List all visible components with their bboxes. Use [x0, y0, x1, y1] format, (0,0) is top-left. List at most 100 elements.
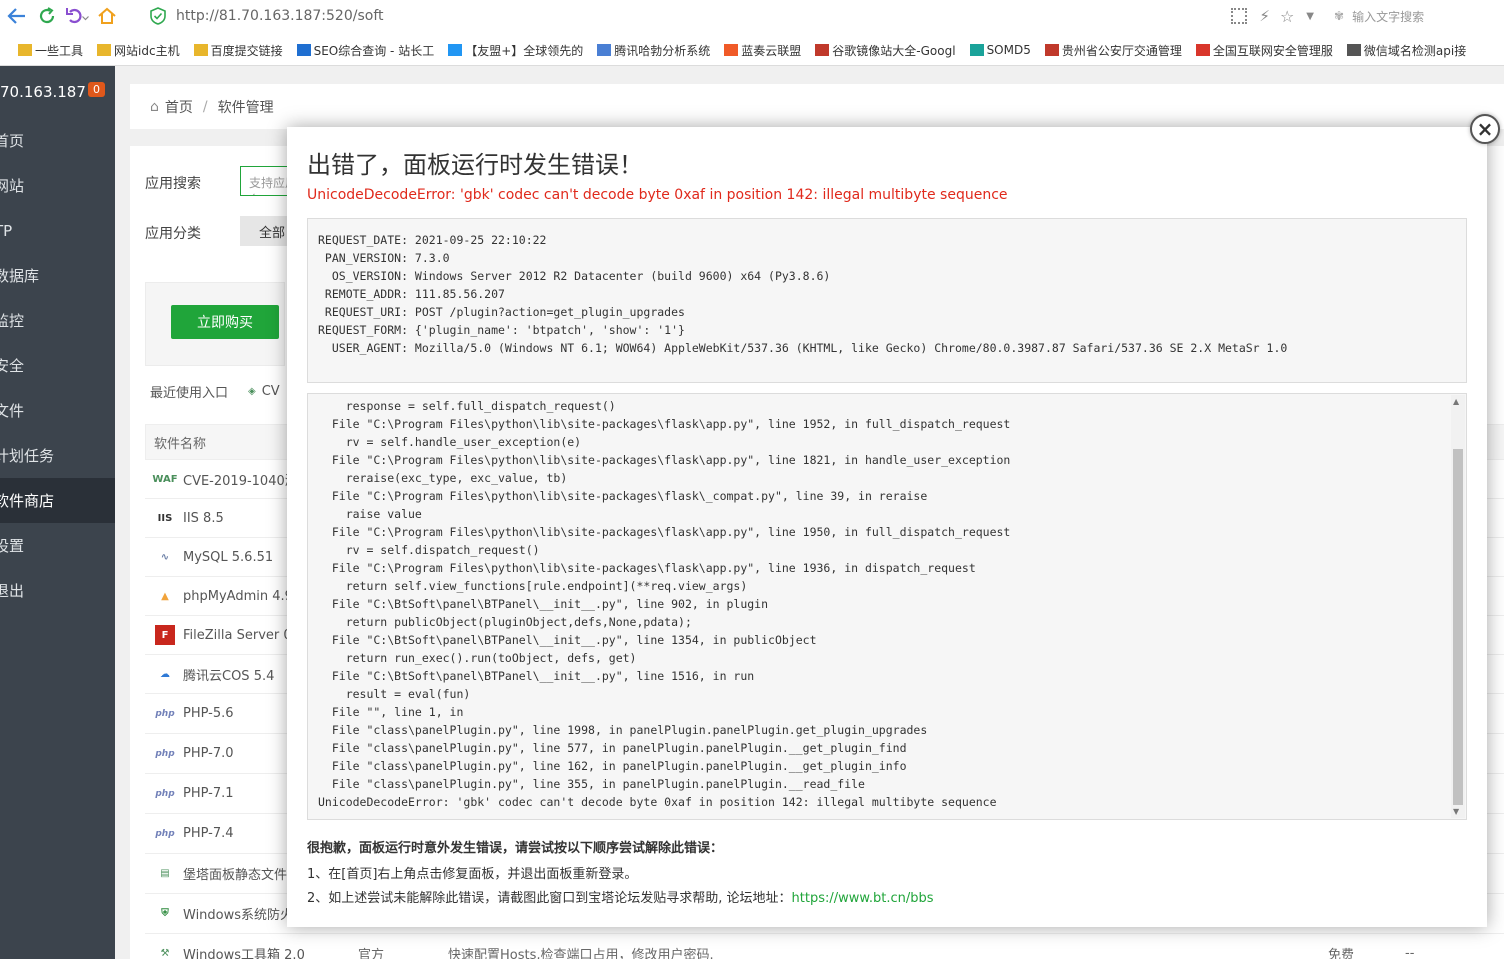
site-favicon-icon [1346, 44, 1361, 56]
bookmark-item[interactable]: 百度提交链接 [193, 42, 283, 59]
scroll-down-arrow-icon[interactable]: ▼ [1453, 807, 1459, 816]
sidebar-item-software-store[interactable]: 软件商店 [0, 478, 115, 523]
bookmark-label: SEO综合查询 - 站长工 [313, 43, 435, 58]
sidebar-item-settings[interactable]: 设置 [0, 523, 115, 568]
undo-icon[interactable] [64, 3, 90, 29]
traceback-line: return publicObject(pluginObject,defs,No… [318, 615, 692, 629]
software-name: PHP-5.6 [183, 706, 234, 721]
software-name: 腾讯云COS 5.4 [183, 668, 275, 684]
software-name: Windows工具箱 2.0 [183, 948, 305, 959]
url-text: http://81.70.163.187:520/soft [176, 8, 384, 24]
traceback-box[interactable]: response = self.full_dispatch_request() … [307, 393, 1467, 820]
traceback-line: File "C:\Program Files\python\lib\site-p… [318, 525, 1011, 539]
sidebar-item-ftp[interactable]: TP [0, 208, 115, 253]
bookmark-item[interactable]: 全国互联网安全管理服 [1195, 42, 1333, 59]
column-software-name: 软件名称 [154, 436, 207, 452]
traceback-line: File "C:\Program Files\python\lib\site-p… [318, 453, 1011, 467]
bookmark-item[interactable]: SEO综合查询 - 站长工 [296, 42, 435, 59]
close-icon[interactable]: × [1470, 114, 1500, 144]
software-source: 官方 [358, 948, 385, 959]
home-icon[interactable] [94, 3, 120, 29]
traceback-line: rv = self.dispatch_request() [318, 543, 540, 557]
sidebar-item-home[interactable]: 首页 [0, 118, 115, 163]
bookmarks-bar: 一些工具 网站idc主机 百度提交链接 SEO综合查询 - 站长工 【友盟+】全球领先的… [0, 36, 1504, 64]
paw-icon: ✾ [1334, 9, 1345, 23]
sidebar-item-database[interactable]: 数据库 [0, 253, 115, 298]
iis-icon: IIS [157, 512, 173, 524]
sidebar-item-monitor[interactable]: 监控 [0, 298, 115, 343]
traceback-line: File "C:\BtSoft\panel\BTPanel\__init__.p… [318, 669, 755, 683]
traceback-line: File "class\panelPlugin.py", line 577, i… [318, 741, 907, 755]
bookmark-item[interactable]: 网站idc主机 [97, 42, 180, 59]
traceback-scrollbar[interactable]: ▲ ▼ [1451, 395, 1465, 818]
bookmark-item[interactable]: 【友盟+】全球领先的 [448, 42, 583, 59]
error-modal: 出错了，面板运行时发生错误！ UnicodeDecodeError: 'gbk'… [287, 127, 1487, 927]
bookmark-item[interactable]: 谷歌镜像站大全-Googl [815, 42, 956, 59]
traceback-line: File "C:\BtSoft\panel\BTPanel\__init__.p… [318, 597, 769, 611]
chevron-down-icon[interactable]: ▼ [1306, 11, 1314, 22]
bookmark-item[interactable]: 蓝奏云联盟 [724, 42, 801, 59]
software-name: phpMyAdmin 4.9 [183, 588, 293, 604]
bookmark-item[interactable]: SOMD5 [969, 43, 1031, 57]
scroll-up-arrow-icon[interactable]: ▲ [1453, 397, 1459, 406]
bookmark-label: 腾讯哈勃分析系统 [614, 43, 711, 58]
bookmark-label: 百度提交链接 [210, 43, 283, 58]
sidebar-item-logout[interactable]: 退出 [0, 568, 115, 613]
bookmark-item[interactable]: 一些工具 [18, 42, 83, 59]
recent-entries: 最近使用入口 ◈ CV [150, 382, 280, 401]
scroll-thumb[interactable] [1453, 449, 1463, 805]
software-price: 免费 [1328, 948, 1355, 959]
forum-link[interactable]: https://www.bt.cn/bbs [792, 891, 934, 906]
site-favicon-icon [1044, 44, 1059, 56]
home-icon[interactable]: ⌂ [150, 99, 159, 115]
sidebar-menu: 首页网站TP数据库监控安全文件计划任务软件商店设置退出 [0, 118, 115, 613]
buy-button[interactable]: 立即购买 [171, 305, 279, 339]
traceback-line: File "C:\BtSoft\panel\BTPanel\__init__.p… [318, 633, 817, 647]
software-desc: 快速配置Hosts,检查端口占用，修改用户密码. [448, 948, 714, 959]
sidebar-item-security[interactable]: 安全 [0, 343, 115, 388]
back-arrow-icon[interactable] [4, 3, 30, 29]
traceback-line: File "class\panelPlugin.py", line 355, i… [318, 777, 865, 791]
filezilla-icon: F [155, 625, 175, 645]
traceback-line: response = self.full_dispatch_request() [318, 399, 616, 413]
traceback-line: File "C:\Program Files\python\lib\site-p… [318, 561, 976, 575]
bookmark-label: 一些工具 [35, 43, 84, 58]
bookmark-item[interactable]: 腾讯哈勃分析系统 [597, 42, 710, 59]
lightning-icon[interactable]: ⚡ [1259, 7, 1270, 25]
browser-search-box[interactable]: ✾ 输入文字搜索 [1334, 5, 1504, 27]
phpmyadmin-icon: ▲ [161, 590, 169, 602]
sorry-text: 很抱歉，面板运行时意外发生错误，请尝试按以下顺序尝试解除此错误： [307, 841, 724, 856]
sidebar-host: 70.163.187 0 [0, 66, 115, 118]
bookmark-item[interactable]: 微信域名检测api接 [1346, 42, 1466, 59]
bookmark-label: 全国互联网安全管理服 [1212, 43, 1333, 58]
qr-code-icon[interactable] [1231, 8, 1248, 24]
waf-shield-icon: ◈ [248, 386, 256, 397]
breadcrumb-current: 软件管理 [217, 99, 274, 116]
sidebar-item-files[interactable]: 文件 [0, 388, 115, 433]
star-icon[interactable]: ☆ [1280, 7, 1294, 26]
software-name: IIS 8.5 [183, 510, 224, 526]
sidebar-item-cron[interactable]: 计划任务 [0, 433, 115, 478]
traceback-line: return run_exec().run(toObject, defs, ge… [318, 651, 637, 665]
request-info-line: OS_VERSION: Windows Server 2012 R2 Datac… [318, 269, 831, 283]
breadcrumb-home[interactable]: 首页 [165, 97, 193, 117]
php-icon: php [155, 788, 175, 799]
toolbox-icon: ⚒ [160, 948, 170, 959]
address-bar[interactable]: http://81.70.163.187:520/soft [150, 4, 1210, 28]
browser-right-tools: ⚡ ☆ ▼ ✾ 输入文字搜索 [1225, 4, 1504, 28]
traceback-text: response = self.full_dispatch_request() … [318, 397, 1456, 811]
recent-item[interactable]: CV [262, 384, 280, 399]
traceback-line: UnicodeDecodeError: 'gbk' codec can't de… [318, 795, 997, 809]
sidebar-item-website[interactable]: 网站 [0, 163, 115, 208]
traceback-line: File "class\panelPlugin.py", line 1998, … [318, 723, 928, 737]
table-row[interactable]: ⚒ Windows工具箱 2.0 官方 快速配置Hosts,检查端口占用，修改用户密码… [145, 934, 1504, 959]
search-label: 应用搜索 [145, 176, 201, 192]
refresh-icon[interactable] [34, 3, 60, 29]
breadcrumb-separator: / [202, 98, 208, 115]
software-name: PHP-7.1 [183, 786, 234, 801]
site-favicon-icon [1195, 44, 1210, 56]
site-favicon-icon [815, 44, 830, 56]
message-badge[interactable]: 0 [88, 82, 105, 97]
bookmark-item[interactable]: 贵州省公安厅交通管理 [1044, 42, 1182, 59]
site-favicon-icon [296, 44, 311, 56]
